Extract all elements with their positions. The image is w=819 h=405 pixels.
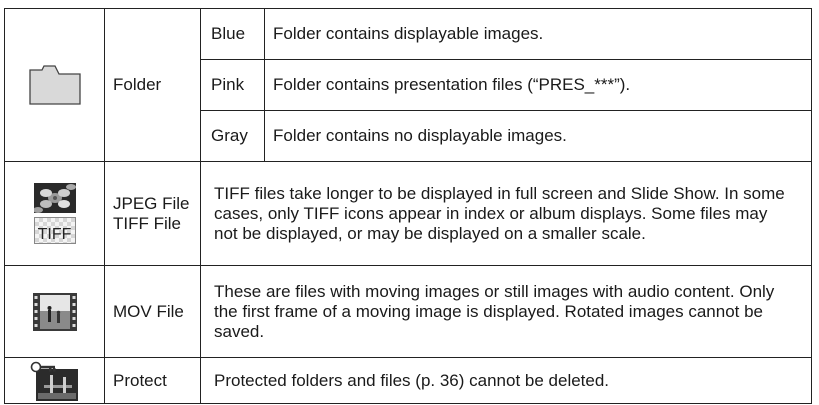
- jpeg-tiff-description: TIFF files take longer to be displayed i…: [200, 161, 812, 266]
- folder-gray-description: Folder contains no displayable images.: [264, 110, 812, 162]
- color-blue: Blue: [200, 8, 265, 60]
- file-icon-table: Folder Blue Folder contains displayable …: [4, 8, 812, 404]
- folder-blue-description: Folder contains displayable images.: [264, 8, 812, 60]
- jpeg-thumbnail-icon: [33, 183, 76, 213]
- tiff-file-label: TIFF File: [113, 213, 181, 233]
- folder-row-blue: Folder Blue Folder contains displayable …: [4, 8, 812, 162]
- protect-row: Protect Protected folders and files (p. …: [4, 357, 812, 404]
- tiff-icon: TIFF: [33, 217, 76, 244]
- jpeg-tiff-row: TIFF JPEG File TIFF File TIFF files take…: [4, 161, 812, 266]
- mov-row: MOV File These are files with moving ima…: [4, 265, 812, 358]
- jpeg-tiff-label-cell: JPEG File TIFF File: [104, 161, 201, 266]
- mov-label: MOV File: [104, 265, 201, 358]
- protect-label: Protect: [104, 357, 201, 404]
- color-gray: Gray: [200, 110, 265, 162]
- folder-label: Folder: [104, 8, 201, 162]
- jpeg-tiff-icon-cell: TIFF: [4, 161, 105, 266]
- folder-icon: [28, 65, 81, 105]
- folder-icon-cell: [4, 8, 105, 162]
- protect-description: Protected folders and files (p. 36) cann…: [200, 357, 812, 404]
- mov-description: These are files with moving images or st…: [200, 265, 812, 358]
- mov-icon-cell: [4, 265, 105, 358]
- protect-key-icon: [30, 361, 78, 401]
- mov-film-icon: [32, 292, 77, 331]
- color-pink: Pink: [200, 59, 265, 111]
- jpeg-file-label: JPEG File: [113, 193, 190, 213]
- folder-pink-description: Folder contains presentation files (“PRE…: [264, 59, 812, 111]
- protect-icon-cell: [4, 357, 105, 404]
